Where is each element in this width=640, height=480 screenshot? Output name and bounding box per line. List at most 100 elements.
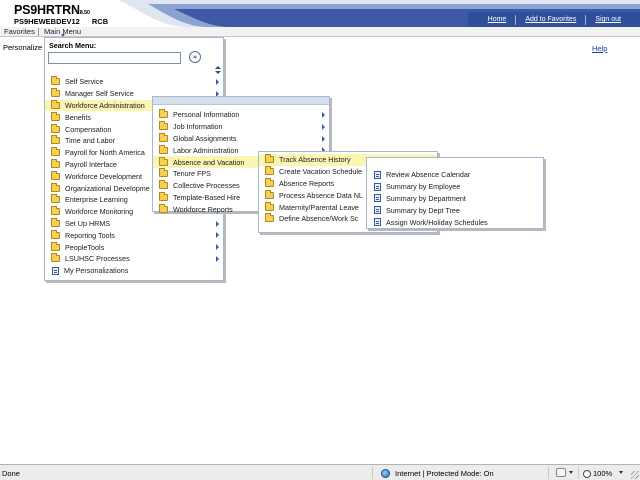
- menu-item-label: Summary by Department: [386, 193, 466, 203]
- menu-item-summary-by-dept-tree[interactable]: Summary by Dept Tree: [367, 204, 543, 216]
- menu-item-label: Absence Reports: [279, 178, 335, 188]
- menu-item-label: Payroll for North America: [65, 148, 145, 158]
- menu-item-label: Enterprise Learning: [65, 195, 128, 205]
- menu-item-label: Summary by Employee: [386, 182, 461, 192]
- page-icon: [52, 266, 59, 275]
- menu-item-personal-information[interactable]: Personal Information: [153, 109, 329, 121]
- folder-icon: [51, 217, 60, 227]
- menu-item-label: Reporting Tools: [65, 230, 115, 240]
- menu-item-label: Compensation: [65, 124, 112, 134]
- status-divider: [578, 467, 579, 479]
- menu-item-label: PeopleTools: [65, 242, 105, 252]
- menu-item-label: Self Service: [65, 77, 104, 87]
- submenu-arrow-icon: [322, 135, 325, 142]
- menu-item-label: Personal Information: [173, 110, 240, 120]
- submenu-arrow-icon: [216, 220, 219, 227]
- folder-icon: [159, 109, 168, 119]
- globe-icon: [381, 469, 390, 478]
- zoom-control[interactable]: 100%: [583, 469, 612, 478]
- menu-item-lsuhsc-processes[interactable]: LSUHSC Processes: [45, 253, 223, 265]
- menu-item-global-assignments[interactable]: Global Assignments: [153, 132, 329, 145]
- folder-icon: [159, 132, 168, 142]
- menu-item-label: Workforce Development: [65, 171, 142, 181]
- chevron-down-icon[interactable]: [619, 471, 623, 474]
- menu-item-label: Workforce Reports: [173, 204, 233, 214]
- menu-item-label: Absence and Vacation: [173, 157, 245, 167]
- status-divider: [548, 467, 549, 479]
- menu-item-self-service[interactable]: Self Service: [45, 76, 223, 88]
- menu-item-label: Tenure FPS: [173, 169, 211, 179]
- search-row: »: [48, 51, 223, 65]
- menu-item-summary-by-department[interactable]: Summary by Department: [367, 193, 543, 205]
- navigation-bar: Favorites Main Menu: [0, 27, 640, 37]
- security-zone[interactable]: Internet | Protected Mode: On: [381, 469, 494, 478]
- menu-item-label: Maternity/Parental Leave: [279, 202, 359, 212]
- chevron-down-icon[interactable]: [569, 471, 573, 474]
- menu-item-label: Global Assignments: [173, 133, 237, 143]
- menu-item-label: Organizational Developme: [65, 183, 150, 193]
- sort-order-icon[interactable]: [215, 66, 221, 76]
- submenu-header: [153, 97, 329, 105]
- folder-icon: [265, 154, 274, 164]
- menu-item-label: Assign Work/Holiday Schedules: [386, 217, 488, 227]
- folder-icon: [51, 158, 60, 168]
- folder-icon: [265, 213, 274, 223]
- folder-icon: [51, 182, 60, 192]
- resize-grip-icon[interactable]: [631, 471, 639, 479]
- user-label: RCB: [91, 17, 109, 26]
- folder-icon: [51, 229, 60, 239]
- menu-item-assign-work-holiday-schedules[interactable]: Assign Work/Holiday Schedules: [367, 216, 543, 228]
- menu-item-job-information[interactable]: Job Information: [153, 121, 329, 133]
- search-menu-input[interactable]: [48, 52, 181, 64]
- folder-icon: [51, 194, 60, 204]
- help-link[interactable]: Help: [592, 44, 607, 53]
- folder-icon: [159, 180, 168, 190]
- home-link[interactable]: Home: [479, 15, 516, 25]
- folder-icon: [159, 144, 168, 154]
- page-icon: [374, 182, 381, 191]
- folder-icon: [159, 168, 168, 178]
- menu-item-label: Set Up HRMS: [65, 218, 111, 228]
- add-to-favorites-link[interactable]: Add to Favorites: [515, 15, 585, 25]
- menu-item-set-up-hrms[interactable]: Set Up HRMS: [45, 217, 223, 230]
- folder-icon: [265, 177, 274, 187]
- folder-icon: [51, 206, 60, 216]
- menu-item-label: Template-Based Hire: [173, 192, 241, 202]
- header-banner: Home Add to Favorites Sign out: [118, 0, 640, 27]
- page-icon: [374, 194, 381, 203]
- menu-item-my-personalizations[interactable]: My Personalizations: [45, 265, 223, 277]
- folder-icon: [51, 88, 60, 98]
- folder-icon: [159, 191, 168, 201]
- menu-item-reporting-tools[interactable]: Reporting Tools: [45, 229, 223, 241]
- menu-item-label: Collective Processes: [173, 181, 240, 191]
- page-icon: [374, 218, 381, 227]
- personalize-label[interactable]: Personalize: [3, 43, 42, 52]
- go-arrow-icon[interactable]: »: [189, 51, 201, 63]
- server-info: PS9HEWEBDEV12 RCB: [14, 17, 108, 26]
- menu-item-label: Review Absence Calendar: [386, 170, 471, 180]
- favorites-menu[interactable]: Favorites: [4, 27, 35, 37]
- menu-item-review-absence-calendar[interactable]: Review Absence Calendar: [367, 169, 543, 181]
- menu-item-label: Process Absence Data NL: [279, 190, 363, 200]
- menu-item-peopletools[interactable]: PeopleTools: [45, 241, 223, 253]
- zoom-label: 100%: [593, 469, 613, 478]
- page-icon: [374, 206, 381, 215]
- sign-out-link[interactable]: Sign out: [585, 15, 630, 25]
- track-absence-history-submenu: Review Absence Calendar Summary by Emplo…: [366, 157, 544, 229]
- zone-label: Internet | Protected Mode: On: [395, 469, 494, 478]
- folder-icon: [265, 189, 274, 199]
- menu-item-label: Define Absence/Work Sc: [279, 214, 359, 224]
- status-divider: [372, 467, 373, 479]
- folder-icon: [51, 170, 60, 180]
- folder-icon: [51, 76, 60, 86]
- version-label: 8.50: [79, 10, 90, 16]
- track-menu-list: Review Absence Calendar Summary by Emplo…: [367, 158, 543, 228]
- menu-divider: [38, 28, 39, 36]
- menu-item-summary-by-employee[interactable]: Summary by Employee: [367, 181, 543, 193]
- folder-icon: [51, 241, 60, 251]
- menu-item-label: LSUHSC Processes: [65, 254, 130, 264]
- compatibility-icon[interactable]: [556, 468, 566, 477]
- database-label: PS9HRTRN: [14, 3, 80, 17]
- menu-item-label: Labor Administration: [173, 145, 239, 155]
- browser-status-bar: Done Internet | Protected Mode: On 100%: [0, 464, 640, 480]
